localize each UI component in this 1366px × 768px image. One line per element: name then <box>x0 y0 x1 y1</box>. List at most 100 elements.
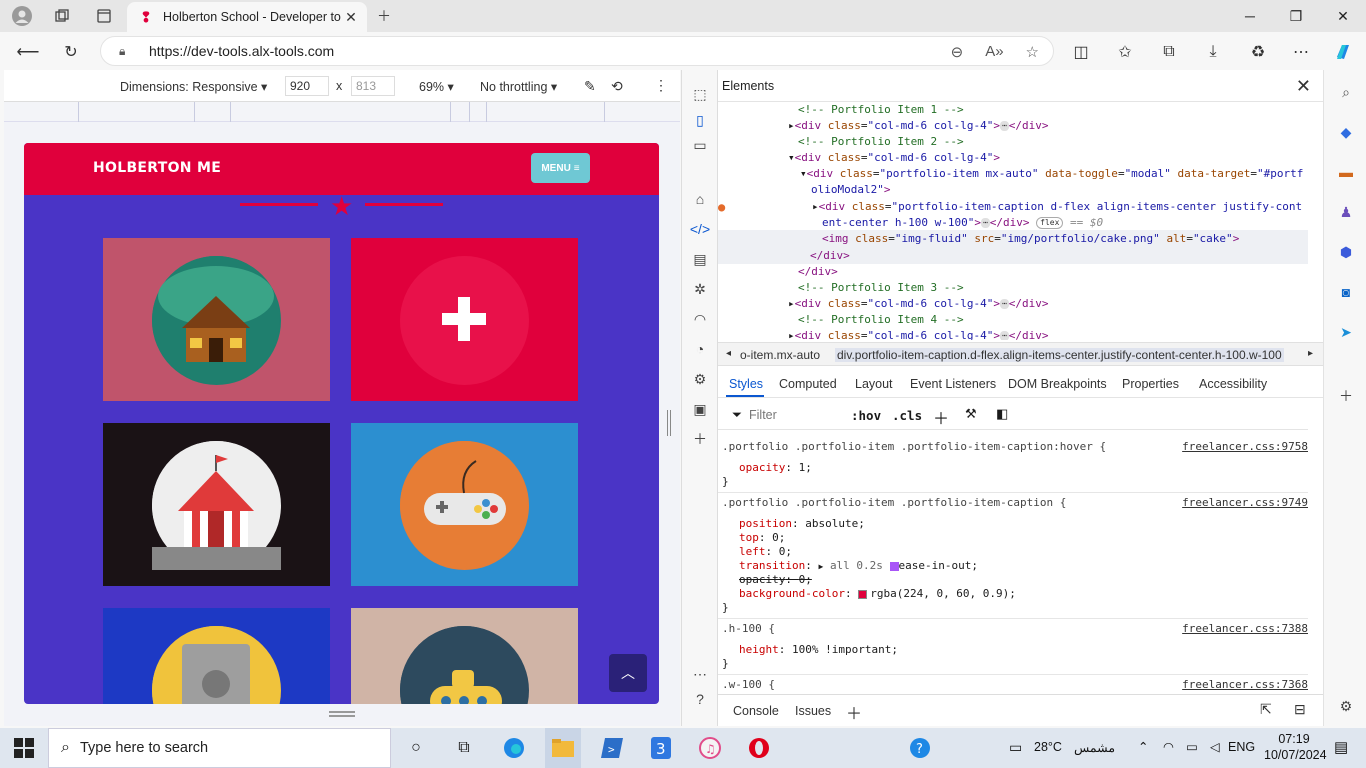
expand-icon[interactable]: ▸ <box>788 119 795 132</box>
ruler-segment[interactable] <box>194 102 195 122</box>
elements-tool-icon[interactable]: </> <box>690 219 710 239</box>
pen-icon[interactable]: ✎ <box>584 78 596 95</box>
tab-dom-breakpoints[interactable]: DOM Breakpoints <box>1008 377 1107 391</box>
read-aloud-icon[interactable]: A» <box>985 43 1003 61</box>
rule-selector[interactable]: .portfolio .portfolio-item .portfolio-it… <box>722 440 1106 454</box>
breadcrumb-item-selected[interactable]: div.portfolio-item-caption.d-flex.align-… <box>835 348 1284 362</box>
ruler-segment[interactable] <box>230 102 231 122</box>
sidebar-search-icon[interactable]: ⌕ <box>1336 82 1356 102</box>
sources-bug-icon[interactable]: ✲ <box>690 279 710 299</box>
restore-icon[interactable]: ❐ <box>1273 0 1319 32</box>
style-declaration[interactable]: left: 0; <box>739 545 792 559</box>
dom-node[interactable]: ▾<div class="portfolio-item mx-auto" dat… <box>800 166 1303 182</box>
ruler-segment[interactable] <box>604 102 605 122</box>
filter-input[interactable]: Filter <box>749 408 777 422</box>
undock-drawer-icon[interactable]: ⇱ <box>1260 701 1272 718</box>
extensions-icon[interactable]: ♻︎ <box>1245 39 1271 65</box>
rule-selector[interactable]: .w-100 { <box>722 678 775 692</box>
collections-icon[interactable]: ⧉ <box>1156 39 1182 65</box>
dom-node[interactable]: ▾<div class="col-md-6 col-lg-4"> <box>788 150 1000 166</box>
ruler-segment[interactable] <box>450 102 451 122</box>
split-screen-icon[interactable]: ◫ <box>1068 39 1094 65</box>
menu-button[interactable]: MENU ≡ <box>531 153 590 183</box>
style-declaration[interactable]: height: 100% !important; <box>739 643 898 657</box>
sidebar-copilot-icon[interactable]: ⬢ <box>1336 242 1356 262</box>
ruler-segment[interactable] <box>486 102 487 122</box>
favorite-star-icon[interactable]: ☆ <box>1026 43 1039 61</box>
viewport-resize-handle[interactable] <box>329 711 355 717</box>
more-menu-icon[interactable]: ⋯ <box>1288 39 1314 65</box>
expand-icon[interactable]: ▶ <box>818 562 823 571</box>
collapsed-dots[interactable]: ⋯ <box>980 218 990 228</box>
home-icon[interactable]: ⌂ <box>690 189 710 209</box>
width-input[interactable]: 920 <box>285 76 329 96</box>
expand-icon[interactable]: ▸ <box>788 297 795 310</box>
sidebar-tag-icon[interactable]: ◆ <box>1336 122 1356 142</box>
clock-time[interactable]: 07:19 <box>1264 732 1324 746</box>
sidebar-outlook-icon[interactable]: ◙ <box>1336 282 1356 302</box>
hov-toggle[interactable]: :hov <box>851 408 881 423</box>
paint-brush-icon[interactable]: ⚒ <box>965 406 977 422</box>
battery-icon[interactable]: ▭ <box>1186 739 1198 754</box>
drawer-add-tab-icon[interactable]: ＋ <box>846 700 862 724</box>
collapse-icon[interactable]: ▾ <box>800 167 807 180</box>
close-devtools-icon[interactable]: ✕ <box>1296 76 1311 97</box>
performance-icon[interactable]: ◔ <box>690 339 710 359</box>
ruler-segment[interactable] <box>78 102 79 122</box>
device-more-icon[interactable]: ⋮ <box>654 77 668 94</box>
itunes-app-icon[interactable]: ♫ <box>698 736 722 760</box>
drawer-tab-console[interactable]: Console <box>733 704 779 718</box>
app-3-icon[interactable]: 3 <box>649 736 673 760</box>
tab-layout[interactable]: Layout <box>855 377 893 391</box>
device-emulation-icon[interactable]: ▯ <box>690 110 710 130</box>
cls-toggle[interactable]: .cls <box>892 408 922 423</box>
more-tools-plus-icon[interactable]: ＋ <box>690 429 710 449</box>
dimensions-dropdown[interactable]: Dimensions: Responsive ▾ <box>120 79 267 94</box>
volume-icon[interactable]: ◁ <box>1210 739 1220 754</box>
rotate-icon[interactable]: ⟲ <box>611 78 623 95</box>
network-wifi-tray-icon[interactable]: ◠ <box>1163 739 1174 754</box>
language-indicator[interactable]: ENG <box>1228 740 1255 754</box>
back-icon[interactable]: ⟵ <box>15 39 41 65</box>
portfolio-item-cabin[interactable] <box>103 238 330 401</box>
sidebar-settings-icon[interactable]: ⚙ <box>1336 696 1356 716</box>
throttling-dropdown[interactable]: No throttling ▾ <box>480 79 557 94</box>
edge-app-icon[interactable] <box>502 736 526 760</box>
refresh-icon[interactable]: ↻ <box>58 39 84 65</box>
new-tab-icon[interactable]: ＋ <box>373 5 395 27</box>
tab-properties[interactable]: Properties <box>1122 377 1179 391</box>
windows-start-icon[interactable] <box>14 738 34 758</box>
drawer-dock-icon[interactable]: ⊟ <box>1294 701 1306 718</box>
workspaces-icon[interactable] <box>51 5 73 27</box>
opera-app-icon[interactable] <box>747 736 771 760</box>
minimize-icon[interactable]: ─ <box>1227 0 1273 32</box>
taskbar-search[interactable]: ⌕ Type here to search <box>48 728 391 768</box>
tab-accessibility[interactable]: Accessibility <box>1199 377 1267 391</box>
style-declaration[interactable]: background-color: rgba(224, 0, 60, 0.9); <box>739 587 1016 601</box>
dom-node-selected[interactable]: ▸<div class="portfolio-item-caption d-fl… <box>812 199 1302 215</box>
tab-holberton[interactable]: ❢ Holberton School - Developer to ✕ <box>127 2 367 32</box>
style-declaration[interactable]: top: 0; <box>739 531 785 545</box>
temperature[interactable]: 28°C <box>1034 740 1062 754</box>
easing-editor-icon[interactable] <box>889 561 899 571</box>
dom-node[interactable]: ▸<div class="col-md-6 col-lg-4"> ⋯ </div> <box>788 296 1049 312</box>
site-brand[interactable]: HOLBERTON ME <box>93 160 221 176</box>
console-tool-icon[interactable]: ▤ <box>690 249 710 269</box>
breadcrumb-item[interactable]: o-item.mx-auto <box>740 348 820 362</box>
tab-computed[interactable]: Computed <box>779 377 837 391</box>
application-icon[interactable]: ▣ <box>690 399 710 419</box>
tab-actions-icon[interactable] <box>93 5 115 27</box>
powershell-app-icon[interactable]: > <box>600 736 624 760</box>
rule-source-link[interactable]: freelancer.css:9758 <box>1182 440 1308 453</box>
portfolio-item-safe[interactable] <box>103 608 330 704</box>
sidebar-games-icon[interactable]: ♟ <box>1336 202 1356 222</box>
crumb-right-arrow-icon[interactable]: ▸ <box>1308 348 1313 359</box>
portfolio-item-submarine[interactable] <box>351 608 578 704</box>
close-window-icon[interactable]: ✕ <box>1320 0 1366 32</box>
media-query-ruler[interactable] <box>4 102 680 122</box>
show-hidden-icons-icon[interactable]: ⌃ <box>1138 739 1148 754</box>
drawer-tab-issues[interactable]: Issues <box>795 704 831 718</box>
clock-date[interactable]: 10/07/2024 <box>1264 748 1327 762</box>
collapse-icon[interactable]: ▾ <box>788 151 795 164</box>
downloads-icon[interactable]: ⤓ <box>1200 39 1226 65</box>
